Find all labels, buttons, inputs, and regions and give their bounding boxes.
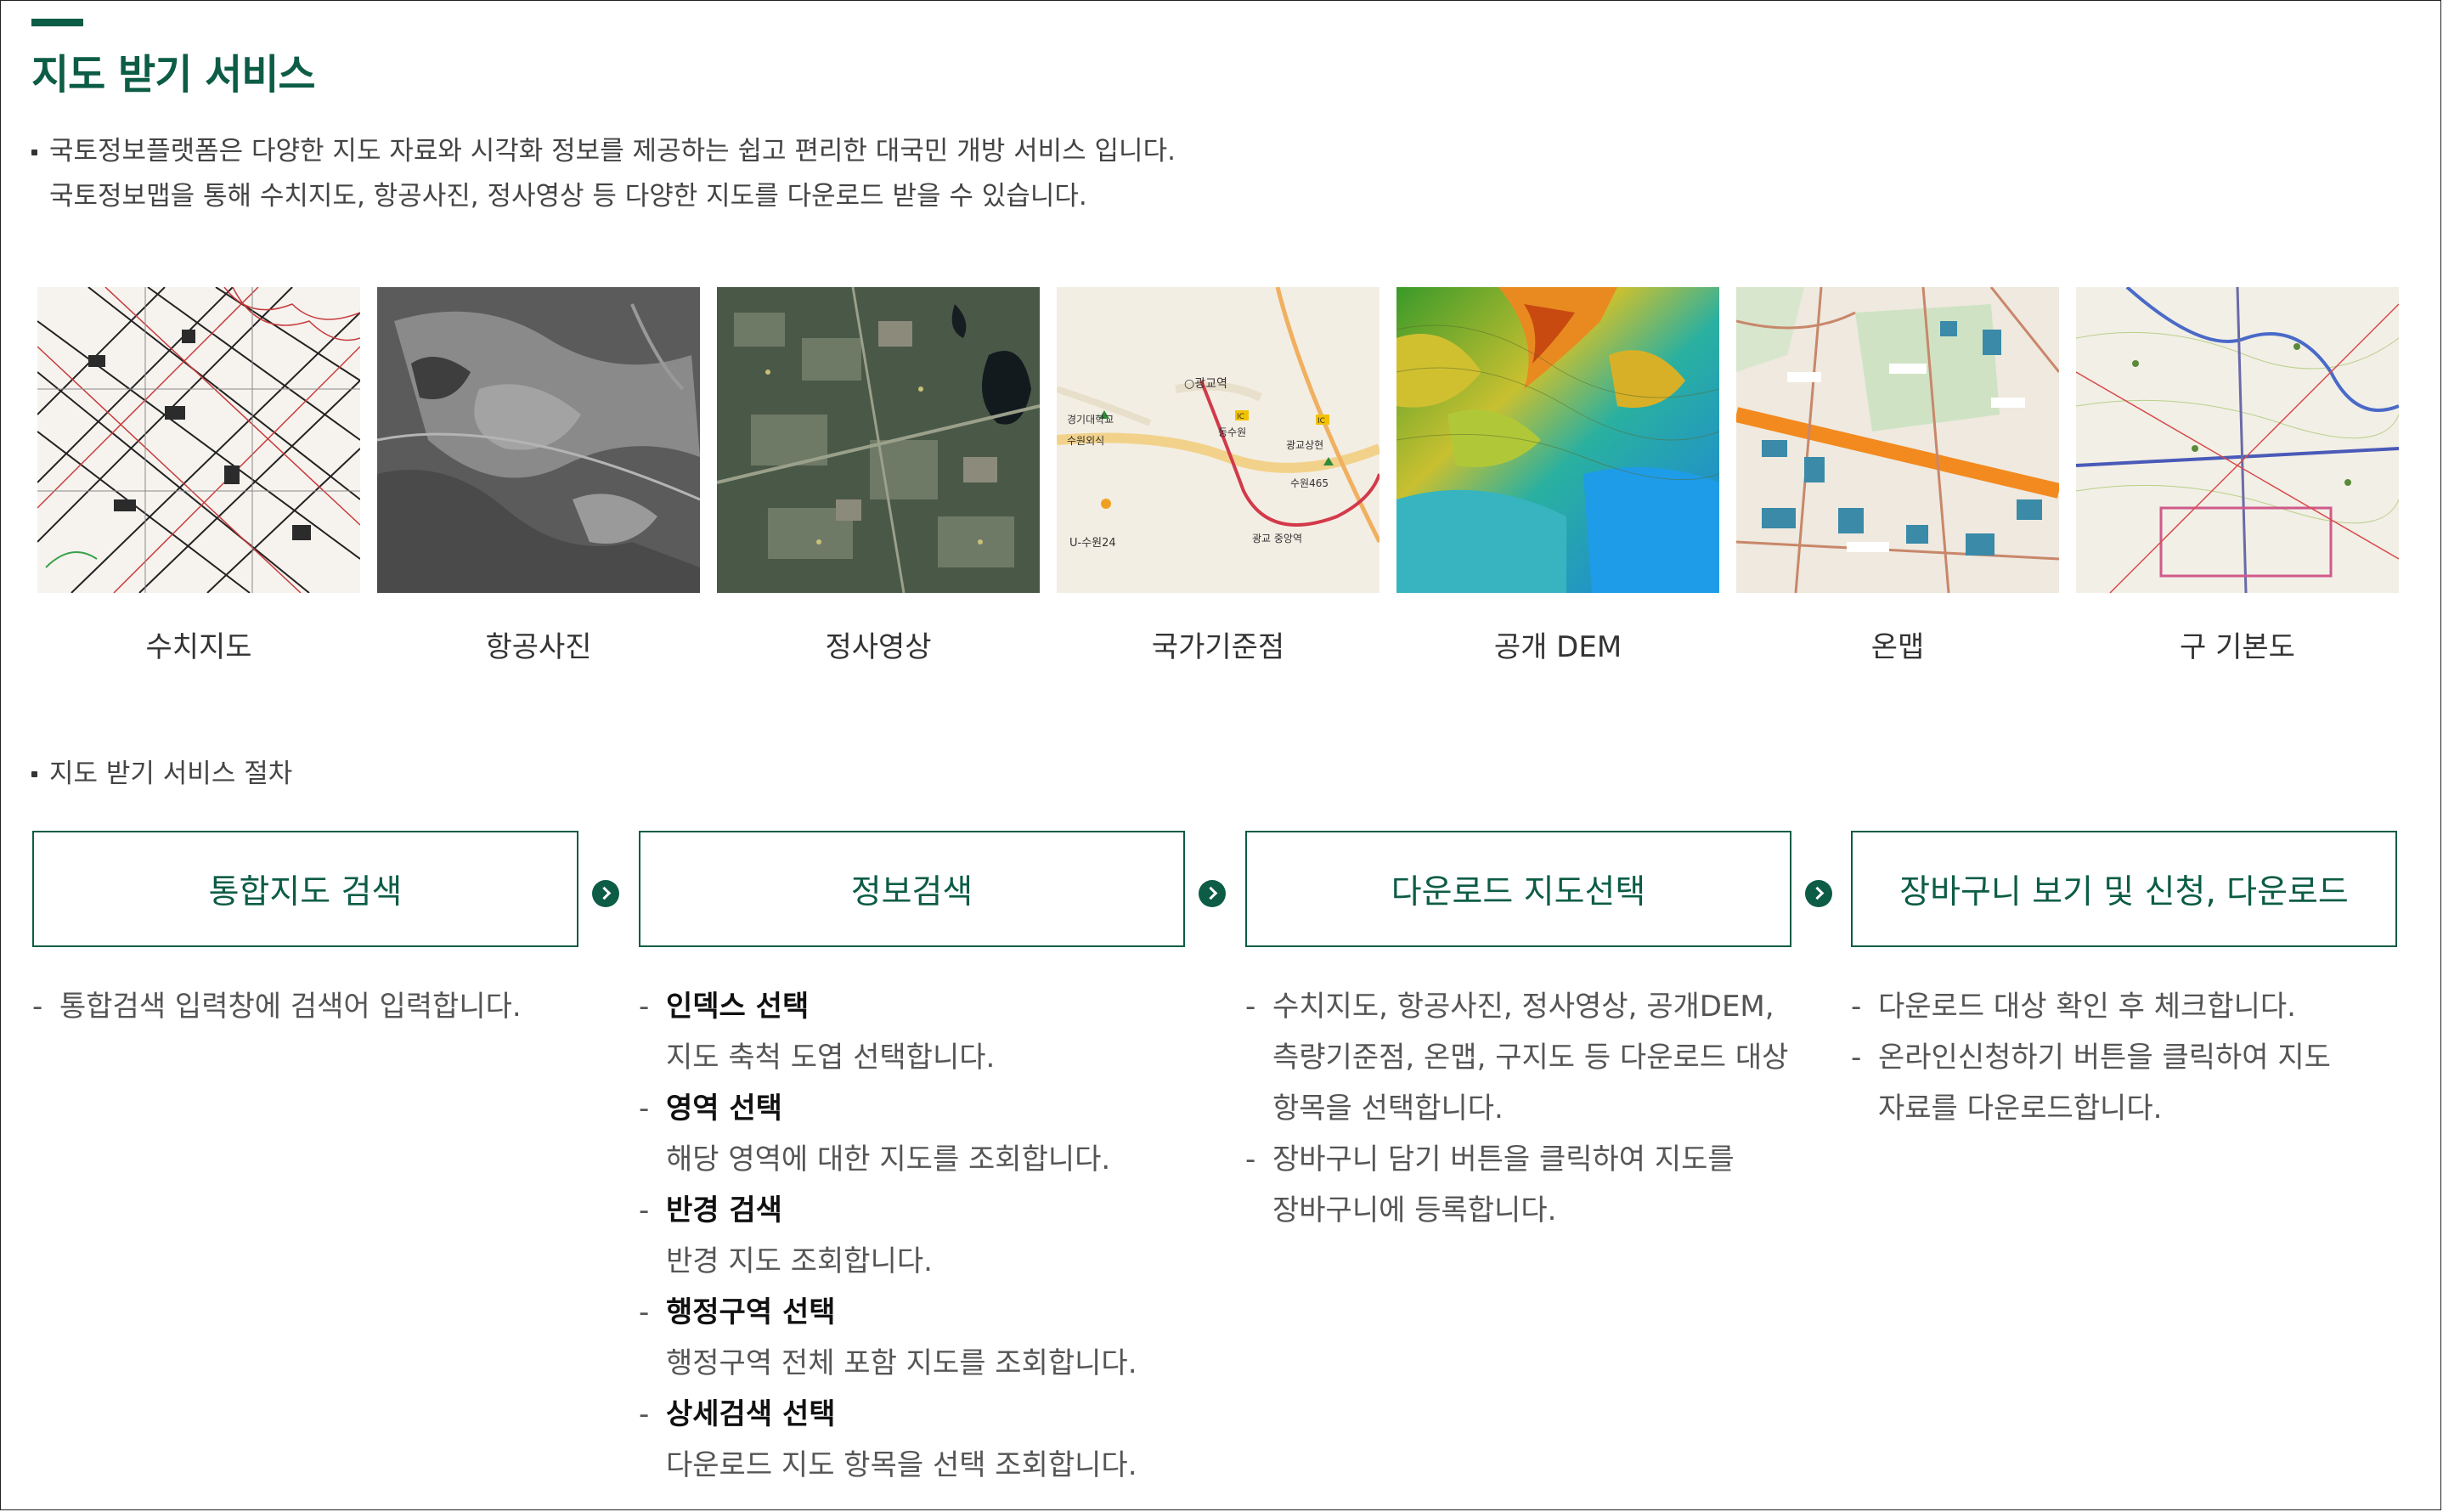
map-label-control-points[interactable]: 국가기준점 (1057, 623, 1379, 665)
title-accent-bar (31, 19, 83, 26)
map-text-central: 광교 중앙역 (1252, 533, 1302, 544)
bullet-icon (31, 150, 37, 155)
desc-item: - 행정구역 선택 (639, 1287, 1137, 1338)
page-title: 지도 받기 서비스 (31, 51, 316, 99)
step-info-search[interactable]: 정보검색 (639, 831, 1185, 947)
map-thumb-dem[interactable] (1396, 287, 1719, 593)
map-text-usuwon: U-수원24 (1069, 537, 1116, 550)
map-label-aerial[interactable]: 항공사진 (377, 623, 700, 665)
map-label-old-basemap[interactable]: 구 기본도 (2076, 623, 2399, 665)
desc-title: 반경 검색 (666, 1193, 782, 1227)
old-basemap-image (2076, 287, 2399, 593)
map-thumb-ortho[interactable] (717, 287, 1040, 593)
map-label-ortho[interactable]: 정사영상 (717, 623, 1040, 665)
desc-text: 항목을 선택합니다. (1272, 1092, 1504, 1126)
page-frame (0, 0, 2441, 1510)
desc-text: 장바구니에 등록합니다. (1272, 1193, 1557, 1227)
map-thumb-onmap[interactable] (1736, 287, 2059, 593)
chevron-right-icon (592, 880, 619, 907)
procedure-label: 지도 받기 서비스 절차 (49, 759, 293, 789)
desc-title: 상세검색 선택 (666, 1397, 836, 1431)
desc-item: - 영역 선택 (639, 1083, 1137, 1134)
map-label-onmap[interactable]: 온맵 (1736, 623, 2059, 665)
desc-text: 해당 영역에 대한 지도를 조회합니다. (666, 1142, 1111, 1176)
desc-text: 다운로드 대상 확인 후 체크합니다. (1878, 990, 2296, 1024)
desc-text: 지도 축척 도엽 선택합니다. (666, 1041, 996, 1075)
step-download-select[interactable]: 다운로드 지도선택 (1245, 831, 1791, 947)
desc-text: 온라인신청하기 버튼을 클릭하여 지도 (1878, 1041, 2331, 1075)
desc-text: 행정구역 전체 포함 지도를 조회합니다. (666, 1346, 1137, 1380)
map-text-university: 경기대학교 (1067, 414, 1114, 426)
map-text-ic-2: IC (1317, 417, 1325, 426)
bullet-icon (31, 771, 37, 777)
desc-item: - 수치지도, 항공사진, 정사영상, 공개DEM, (1245, 981, 1788, 1032)
desc-item: - 장바구니 담기 버튼을 클릭하여 지도를 (1245, 1134, 1788, 1185)
desc-title: 인덱스 선택 (666, 990, 810, 1024)
onmap-image (1736, 287, 2059, 593)
step1-description: - 통합검색 입력창에 검색어 입력합니다. (32, 981, 522, 1032)
desc-text: 다운로드 지도 항목을 선택 조회합니다. (666, 1448, 1137, 1482)
step2-description: - 인덱스 선택 지도 축척 도엽 선택합니다. - 영역 선택 해당 영역에 대한… (639, 981, 1137, 1491)
map-text-gwanggyo: 광교상현 (1286, 439, 1323, 451)
desc-item: - 상세검색 선택 (639, 1389, 1137, 1440)
map-text-suwon465: 수원465 (1290, 477, 1329, 489)
control-points-map-image: ○광교역 경기대학교 수원외식 동수원 광교상현 수원465 U-수원24 광교… (1057, 287, 1379, 593)
desc-title: 영역 선택 (666, 1092, 782, 1126)
desc-text: 통합검색 입력창에 검색어 입력합니다. (59, 990, 522, 1024)
desc-item: - 반경 검색 (639, 1185, 1137, 1236)
orthophoto-image (717, 287, 1040, 593)
intro-text: 국토정보플랫폼은 다양한 지도 자료와 시각화 정보를 제공하는 쉽고 편리한 … (49, 129, 1176, 219)
map-thumb-aerial[interactable] (377, 287, 700, 593)
map-label-dem[interactable]: 공개 DEM (1396, 623, 1719, 665)
desc-text: 장바구니 담기 버튼을 클릭하여 지도를 (1272, 1142, 1735, 1176)
chevron-right-icon (1199, 880, 1226, 907)
desc-item: - 인덱스 선택 (639, 981, 1137, 1032)
aerial-photo-image (377, 287, 700, 593)
map-thumb-control-points[interactable]: ○광교역 경기대학교 수원외식 동수원 광교상현 수원465 U-수원24 광교… (1057, 287, 1379, 593)
step-cart-download[interactable]: 장바구니 보기 및 신청, 다운로드 (1851, 831, 2397, 947)
map-label-digital[interactable]: 수치지도 (37, 623, 360, 665)
intro-line-2: 국토정보맵을 통해 수치지도, 항공사진, 정사영상 등 다양한 지도를 다운로… (49, 181, 1087, 212)
step-integrated-search[interactable]: 통합지도 검색 (32, 831, 578, 947)
digital-map-image (37, 287, 360, 593)
desc-text: 자료를 다운로드합니다. (1878, 1092, 2163, 1126)
desc-text: 측량기준점, 온맵, 구지도 등 다운로드 대상 (1272, 1041, 1789, 1075)
map-text-suwon: 수원외식 (1067, 435, 1104, 447)
map-text-dongsuwon: 동수원 (1218, 426, 1246, 438)
desc-text: 수치지도, 항공사진, 정사영상, 공개DEM, (1272, 990, 1774, 1024)
map-text-ic-1: IC (1237, 413, 1244, 421)
desc-item: - 온라인신청하기 버튼을 클릭하여 지도 (1851, 1032, 2331, 1083)
desc-title: 행정구역 선택 (666, 1295, 836, 1329)
map-text-station: ○광교역 (1184, 377, 1227, 391)
map-thumb-digital[interactable] (37, 287, 360, 593)
desc-item: - 다운로드 대상 확인 후 체크합니다. (1851, 981, 2331, 1032)
desc-item: - 통합검색 입력창에 검색어 입력합니다. (32, 981, 522, 1032)
desc-text: 반경 지도 조회합니다. (666, 1244, 933, 1278)
step3-description: - 수치지도, 항공사진, 정사영상, 공개DEM, 측량기준점, 온맵, 구지도… (1245, 981, 1788, 1236)
chevron-right-icon (1805, 880, 1832, 907)
map-thumb-old-basemap[interactable] (2076, 287, 2399, 593)
intro-line-1: 국토정보플랫폼은 다양한 지도 자료와 시각화 정보를 제공하는 쉽고 편리한 … (49, 136, 1176, 166)
step4-description: - 다운로드 대상 확인 후 체크합니다. - 온라인신청하기 버튼을 클릭하여 지… (1851, 981, 2331, 1134)
dem-image (1396, 287, 1719, 593)
